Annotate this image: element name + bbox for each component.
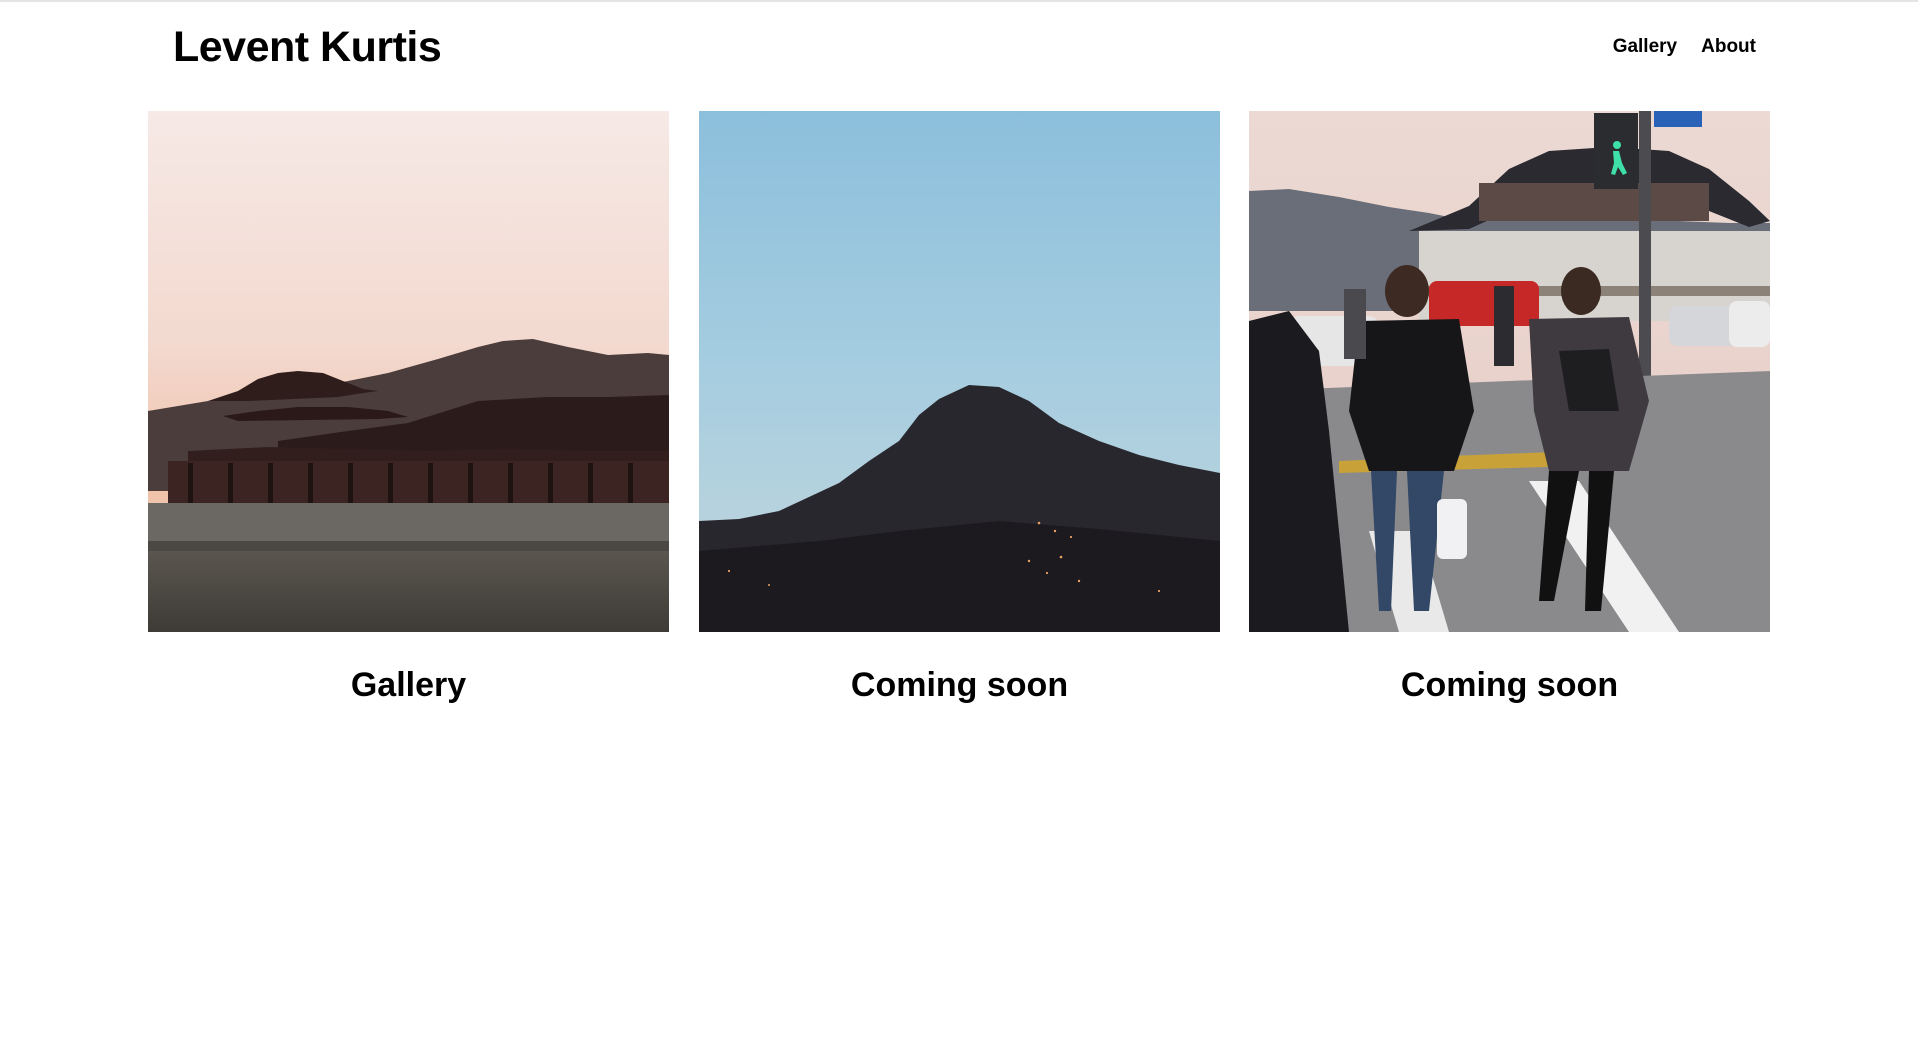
nav-link-gallery[interactable]: Gallery xyxy=(1613,36,1677,58)
street-crossing-image xyxy=(1249,111,1770,632)
gallery-card-1[interactable]: Gallery xyxy=(148,111,669,705)
main-nav: Gallery About xyxy=(1613,36,1756,58)
gallery-card-3[interactable]: Coming soon xyxy=(1249,111,1770,705)
palace-sunset-photo[interactable] xyxy=(148,111,669,632)
gallery-grid: Gallery Coming soon Coming soon xyxy=(148,111,1770,711)
card-caption: Coming soon xyxy=(1400,666,1619,704)
palace-sunset-image xyxy=(148,111,669,632)
nav-link-about[interactable]: About xyxy=(1701,36,1756,58)
card-caption: Gallery xyxy=(350,666,467,704)
site-header: Levent Kurtis Gallery About xyxy=(0,0,1918,100)
gallery-card-2[interactable]: Coming soon xyxy=(699,111,1220,705)
mountain-dusk-photo[interactable] xyxy=(699,111,1220,632)
card-caption: Coming soon xyxy=(850,666,1069,704)
mountain-dusk-image xyxy=(699,111,1220,632)
street-crossing-photo[interactable] xyxy=(1249,111,1770,632)
site-title-link[interactable]: Levent Kurtis xyxy=(173,22,442,72)
